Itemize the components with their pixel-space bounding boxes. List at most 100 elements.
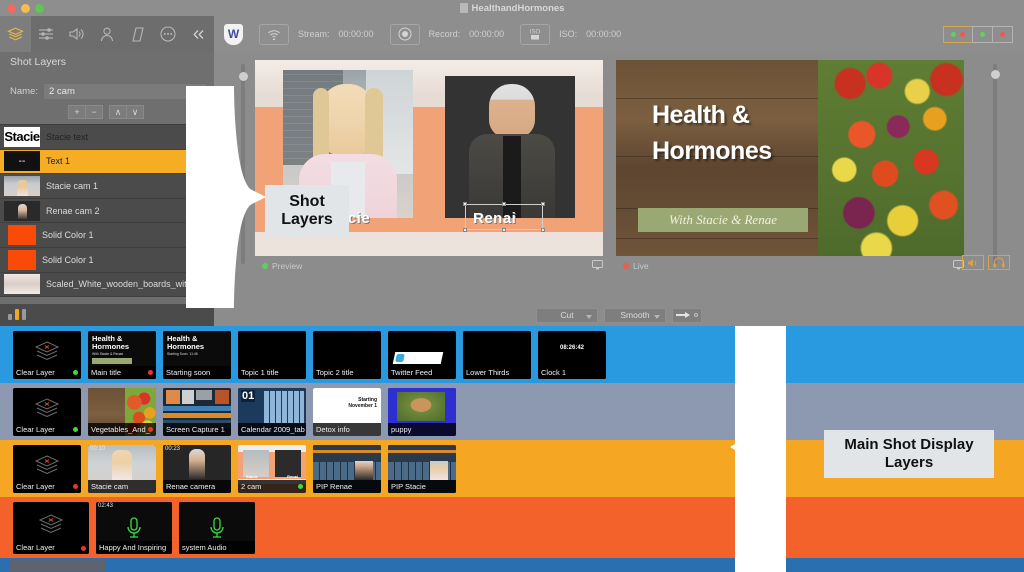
layer-list-item[interactable]: Stacie Stacie text: [0, 125, 214, 150]
speaker-icon[interactable]: [61, 16, 92, 52]
layers-icon[interactable]: [0, 16, 31, 52]
led-green-icon: [951, 32, 956, 37]
output-button-3[interactable]: [992, 26, 1013, 43]
shot-card-screen-capture[interactable]: Screen Capture 1: [163, 388, 231, 436]
layer-list-item[interactable]: Solid Color 1: [0, 223, 214, 248]
callout-label-line1: Shot: [281, 193, 333, 211]
transition-go-button[interactable]: [672, 308, 702, 323]
shot-card-label: PIP Stacie: [388, 480, 456, 493]
shot-card-topic-2-title[interactable]: Topic 2 title: [313, 331, 381, 379]
shot-card-system-audio[interactable]: system Audio: [179, 502, 255, 554]
shot-card-pip-stacie[interactable]: PIP Stacie: [388, 445, 456, 493]
clear-layer-icon: [34, 397, 60, 419]
shot-card-starting-soon[interactable]: Health &HormonesStarting Soon 11:45 Star…: [163, 331, 231, 379]
live-volume-slider[interactable]: [993, 64, 997, 264]
speaker-icon[interactable]: [962, 255, 984, 270]
layer-list-item[interactable]: Scaled_White_wooden_boards_wit_1759838: [0, 273, 214, 298]
layer-list-item[interactable]: Solid Color 1: [0, 248, 214, 273]
shot-card-calendar[interactable]: 01 Calendar 2009_tab: [238, 388, 306, 436]
main-toolbar: W Stream: 00:00:00 Record: 00:00:00 ISO …: [214, 16, 1024, 52]
layer-name: Stacie cam 1: [46, 181, 98, 191]
transition-indicator: [694, 313, 698, 317]
ellipsis-icon[interactable]: [153, 16, 184, 52]
layer-action-buttons: + − ∧ ∨: [68, 105, 143, 119]
shot-card-lower-thirds[interactable]: Lower Thirds: [463, 331, 531, 379]
shot-name-input[interactable]: [44, 84, 206, 99]
move-layer-up-button[interactable]: ∧: [109, 105, 127, 119]
layer-list-item[interactable]: Renae cam 2: [0, 199, 214, 224]
layer-list-item[interactable]: -- Text 1: [0, 150, 214, 175]
shot-card-clock-1[interactable]: 08:26:42 Clock 1: [538, 331, 606, 379]
shot-card-2-cam[interactable]: StacieRenai 2 cam: [238, 445, 306, 493]
shot-card-pip-renae[interactable]: PIP Renae: [313, 445, 381, 493]
shot-card-label: Detox info: [313, 423, 381, 436]
live-volume-knob[interactable]: [991, 70, 1000, 79]
callout-label-line1: Main Shot Display: [844, 436, 973, 454]
shot-card-clear-layer[interactable]: Clear Layer: [13, 445, 81, 493]
iso-rec-icon[interactable]: ISO: [520, 24, 550, 45]
shot-card-puppy[interactable]: puppy: [388, 388, 456, 436]
close-window-button[interactable]: [7, 4, 16, 13]
layer-thumbnail: [4, 274, 40, 294]
layer-list-item[interactable]: Stacie cam 1: [0, 174, 214, 199]
parallelogram-icon[interactable]: [122, 16, 153, 52]
document-icon: [460, 3, 468, 13]
output-button-2[interactable]: [972, 26, 993, 43]
shot-card-clear-layer[interactable]: Clear Layer: [13, 502, 89, 554]
clear-layer-icon: [38, 513, 64, 535]
shot-card-clear-layer[interactable]: Clear Layer: [13, 388, 81, 436]
selection-handles[interactable]: [465, 204, 543, 230]
clear-layer-icon: [34, 454, 60, 476]
shot-card-renae-camera[interactable]: 00:23 Renae camera: [163, 445, 231, 493]
shot-card-label: Twitter Feed: [388, 366, 456, 379]
callout-label-line2: Layers: [844, 454, 973, 472]
traffic-lights[interactable]: [7, 4, 44, 13]
shot-card-topic-1-title[interactable]: Topic 1 title: [238, 331, 306, 379]
transition-style-value: Smooth: [620, 310, 649, 320]
ribbon-graphic: [92, 358, 132, 364]
preview-volume-knob[interactable]: [239, 72, 248, 81]
iso-timer: 00:00:00: [586, 29, 621, 39]
audio-row: Clear Layer 02:43 Happy And Inspiring: [0, 502, 1024, 554]
live-status-label: Live: [633, 261, 649, 271]
add-layer-button[interactable]: +: [68, 105, 86, 119]
shot-card-main-title[interactable]: Health &HormonesWith Stacie & Renae Main…: [88, 331, 156, 379]
layer-name: Text 1: [46, 156, 70, 166]
shot-card-label: Clear Layer: [13, 366, 81, 379]
preview-status-label: Preview: [272, 261, 302, 271]
layer-name: Stacie text: [46, 132, 88, 142]
sliders-icon[interactable]: [31, 16, 62, 52]
transition-type-select[interactable]: Cut: [536, 308, 598, 323]
transition-style-select[interactable]: Smooth: [604, 308, 666, 323]
live-monitor[interactable]: Health & Hormones With Stacie & Renae: [616, 60, 964, 256]
audio-meter-bar: [0, 304, 214, 326]
shot-card-label: Renae camera: [163, 480, 231, 493]
output-button-1[interactable]: [943, 26, 973, 43]
shot-card-label: system Audio: [179, 541, 255, 554]
monitor-icon[interactable]: [592, 260, 603, 272]
minimize-window-button[interactable]: [21, 4, 30, 13]
record-circle-icon[interactable]: [390, 24, 420, 45]
wifi-broadcast-icon[interactable]: [259, 24, 289, 45]
led-green-icon: [980, 32, 985, 37]
shot-layers-callout-brace: [214, 86, 266, 308]
shot-card-vegetables[interactable]: Vegetables_And_: [88, 388, 156, 436]
shot-card-clear-layer[interactable]: Clear Layer: [13, 331, 81, 379]
panel-title: Shot Layers: [10, 56, 66, 68]
shot-card-happy-and-inspiring[interactable]: 02:43 Happy And Inspiring: [96, 502, 172, 554]
shot-card-stacie-cam[interactable]: 00:10 Stacie cam: [88, 445, 156, 493]
layer-thumbnail: [4, 176, 40, 196]
remove-layer-button[interactable]: −: [85, 105, 103, 119]
shot-layers-callout-label: Shot Layers: [265, 185, 349, 237]
timeline-bottom-strip: [0, 558, 1024, 572]
collapse-chevrons-icon[interactable]: [183, 16, 214, 52]
timeline-scrollbar[interactable]: [10, 560, 105, 571]
shot-card-twitter-feed[interactable]: Twitter Feed: [388, 331, 456, 379]
headphone-icon[interactable]: [988, 255, 1010, 270]
shot-card-detox-info[interactable]: StartingNovember 1 Detox info: [313, 388, 381, 436]
live-title-line2: Hormones: [652, 138, 772, 164]
zoom-window-button[interactable]: [35, 4, 44, 13]
led-red-icon: [960, 32, 965, 37]
person-icon[interactable]: [92, 16, 123, 52]
move-layer-down-button[interactable]: ∨: [126, 105, 144, 119]
